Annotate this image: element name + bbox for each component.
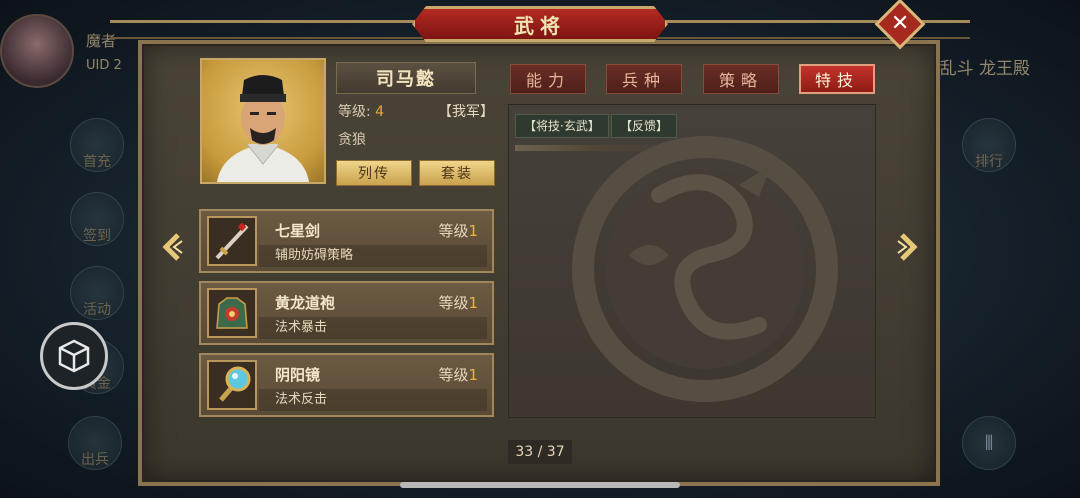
tab-ability[interactable]: 能力 bbox=[510, 64, 586, 94]
home-indicator[interactable] bbox=[400, 482, 680, 488]
equipment-level: 等级1 bbox=[438, 366, 478, 384]
level-label: 等级: bbox=[338, 104, 371, 120]
sword-icon bbox=[207, 216, 257, 266]
bg-right-title: 乱斗 龙王殿 bbox=[939, 59, 1030, 79]
cube-button[interactable] bbox=[40, 322, 108, 390]
tab-troops[interactable]: 兵种 bbox=[606, 64, 682, 94]
robe-icon bbox=[207, 288, 257, 338]
equipment-desc: 法术暴击 bbox=[259, 317, 487, 339]
equipment-name: 阴阳镜 bbox=[275, 366, 321, 384]
window-title: 武将 bbox=[412, 6, 668, 42]
general-trait: 贪狼 bbox=[338, 132, 366, 148]
general-faction: 【我军】 bbox=[438, 104, 494, 120]
next-general-button[interactable] bbox=[894, 230, 922, 264]
bg-button-ranking[interactable]: 排行 bbox=[962, 118, 1016, 172]
skills-area: 【将技·玄武】 【反馈】 bbox=[508, 104, 876, 418]
bg-menu-button[interactable]: ⦀ bbox=[962, 416, 1016, 470]
bg-button-deploy[interactable]: 出兵 bbox=[68, 416, 122, 470]
equipment-name: 黄龙道袍 bbox=[275, 294, 336, 312]
biography-button[interactable]: 列传 bbox=[336, 160, 412, 186]
player-avatar[interactable] bbox=[0, 14, 74, 88]
skill-tag[interactable]: 【将技·玄武】 bbox=[515, 114, 609, 138]
general-name: 司马懿 bbox=[336, 62, 476, 94]
dragon-emblem-icon bbox=[572, 136, 838, 402]
outfit-button[interactable]: 套装 bbox=[419, 160, 495, 186]
chevron-left-icon bbox=[162, 233, 183, 261]
level-value: 4 bbox=[375, 104, 385, 120]
bg-button-signin[interactable]: 签到 bbox=[70, 192, 124, 246]
mirror-icon bbox=[207, 360, 257, 410]
player-uid: UID 2 bbox=[86, 58, 122, 73]
equipment-desc: 辅助妨碍策略 bbox=[259, 245, 487, 267]
page-counter: 33 / 37 bbox=[508, 440, 572, 464]
close-icon: ✕ bbox=[890, 11, 910, 36]
equipment-level: 等级1 bbox=[438, 294, 478, 312]
cube-icon bbox=[58, 339, 90, 373]
equipment-level: 等级1 bbox=[438, 222, 478, 240]
equipment-desc: 法术反击 bbox=[259, 389, 487, 411]
tab-strategy[interactable]: 策略 bbox=[703, 64, 779, 94]
tag-divider bbox=[515, 145, 675, 151]
bg-button-activity[interactable]: 活动 bbox=[70, 266, 124, 320]
chevron-right-icon bbox=[897, 233, 918, 261]
skill-tag[interactable]: 【反馈】 bbox=[611, 114, 678, 138]
general-level: 等级: 4 bbox=[338, 101, 384, 121]
general-portrait bbox=[200, 58, 326, 184]
equipment-item[interactable]: 黄龙道袍 等级1 法术暴击 bbox=[199, 281, 494, 345]
equipment-name: 七星剑 bbox=[275, 222, 321, 240]
bg-button-first-charge[interactable]: 首充 bbox=[70, 118, 124, 172]
equipment-item[interactable]: 阴阳镜 等级1 法术反击 bbox=[199, 353, 494, 417]
equipment-item[interactable]: 七星剑 等级1 辅助妨碍策略 bbox=[199, 209, 494, 273]
prev-general-button[interactable] bbox=[158, 230, 186, 264]
tab-special-skills[interactable]: 特技 bbox=[799, 64, 875, 94]
